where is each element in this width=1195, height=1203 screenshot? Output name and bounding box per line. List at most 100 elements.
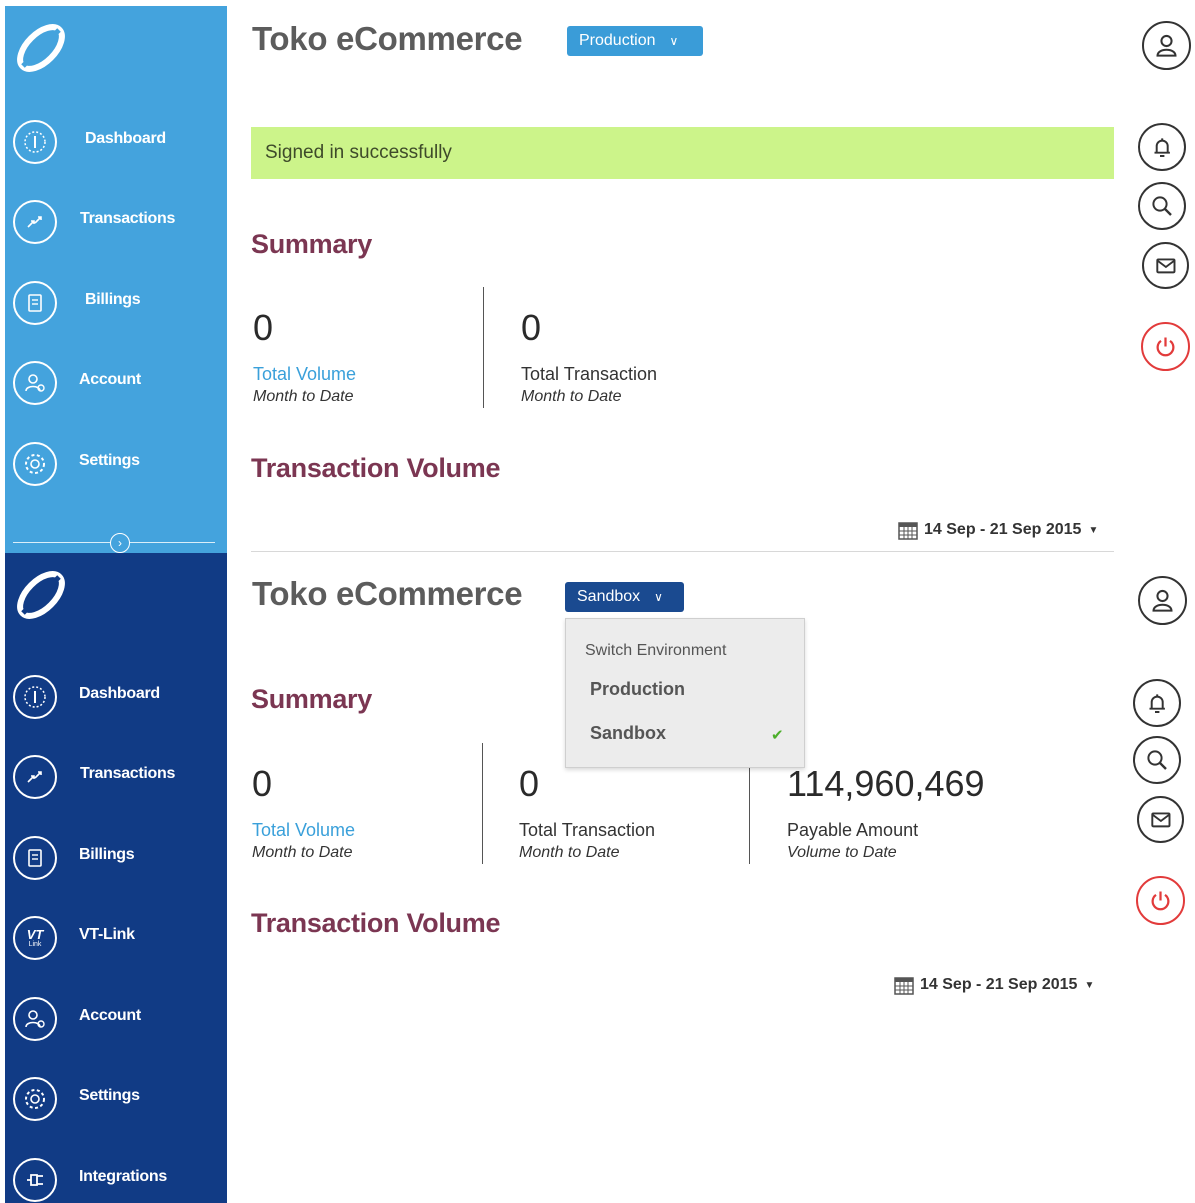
sidebar-item-label: Account [79, 371, 141, 388]
date-range-picker[interactable]: 14 Sep - 21 Sep 2015 ▼ [894, 975, 1094, 995]
menu-item-label: Production [590, 679, 685, 699]
calendar-icon [898, 522, 918, 540]
stat-divider [482, 743, 483, 864]
environment-label: Sandbox [577, 588, 641, 605]
calendar-icon [894, 977, 914, 995]
stat-value: 114,960,469 [787, 763, 985, 804]
search-button[interactable] [1138, 182, 1186, 230]
sidebar-item-integrations[interactable]: Integrations [5, 1151, 227, 1203]
invoice-icon [13, 281, 57, 325]
stat-value: 0 [253, 307, 274, 348]
search-button[interactable] [1133, 736, 1181, 784]
summary-heading: Summary [251, 229, 372, 259]
stat-subtitle: Month to Date [253, 388, 354, 405]
messages-button[interactable] [1142, 242, 1189, 289]
vt-icon-top: VT [26, 927, 44, 942]
sidebar-item-vt-link[interactable]: VT Link VT-Link [5, 909, 227, 969]
date-range-picker[interactable]: 14 Sep - 21 Sep 2015 ▼ [898, 520, 1098, 540]
chevron-down-icon: ∨ [669, 34, 679, 48]
stat-label: Payable Amount [787, 820, 919, 840]
menu-item-sandbox[interactable]: Sandbox ✔ [566, 714, 804, 754]
search-icon [1147, 750, 1167, 770]
sidebar-item-account[interactable]: Account [5, 354, 227, 414]
sandbox-dashboard-panel: Dashboard Transactions Billings VT Link … [0, 553, 1195, 1203]
logout-button[interactable] [1141, 322, 1190, 371]
sidebar-item-billings[interactable]: Billings [5, 829, 227, 889]
profile-button[interactable] [1138, 576, 1187, 625]
production-dashboard-panel: Dashboard Transactions Billings Account … [0, 0, 1195, 553]
environment-dropdown-menu: Switch Environment Production Sandbox ✔ [565, 618, 805, 768]
bell-icon [1149, 694, 1165, 713]
mail-icon [1150, 812, 1171, 827]
user-gear-icon [13, 997, 57, 1041]
user-icon [1152, 589, 1173, 612]
chevron-right-icon[interactable]: › [110, 533, 130, 553]
sidebar: Dashboard Transactions Billings Account … [5, 6, 227, 553]
sidebar-item-label: Account [79, 1007, 141, 1024]
power-icon [1156, 337, 1175, 357]
stat-label: Total Transaction [519, 820, 656, 840]
sidebar-item-transactions[interactable]: Transactions [5, 748, 227, 808]
gear-icon [13, 1077, 57, 1121]
date-range-label: 14 Sep - 21 Sep 2015 [924, 521, 1082, 538]
stat-subtitle: Month to Date [252, 844, 353, 861]
stat-label: Total Transaction [521, 364, 658, 384]
messages-button[interactable] [1137, 796, 1184, 843]
sidebar-item-account[interactable]: Account [5, 990, 227, 1050]
panel-divider [251, 551, 1114, 552]
menu-item-label: Sandbox [590, 723, 667, 743]
dropdown-header: Switch Environment [585, 642, 727, 659]
stat-subtitle: Month to Date [519, 844, 620, 861]
profile-button[interactable] [1142, 21, 1191, 70]
sidebar-item-label: Billings [79, 846, 135, 863]
power-icon [1151, 891, 1170, 911]
caret-down-icon: ▼ [1084, 979, 1095, 991]
summary-heading: Summary [251, 684, 372, 714]
logout-button[interactable] [1136, 876, 1185, 925]
gauge-icon [13, 120, 57, 164]
success-alert: Signed in successfully [251, 127, 1114, 179]
sidebar-item-label: VT-Link [79, 926, 135, 943]
sidebar: Dashboard Transactions Billings VT Link … [5, 553, 227, 1203]
sidebar-item-billings[interactable]: Billings [5, 274, 227, 334]
bell-icon [1154, 138, 1170, 157]
sidebar-item-label: Dashboard [85, 130, 166, 147]
mail-icon [1155, 258, 1176, 273]
sidebar-item-label: Transactions [80, 210, 176, 227]
sidebar-item-transactions[interactable]: Transactions [5, 193, 227, 253]
transaction-volume-heading: Transaction Volume [251, 908, 501, 938]
checkmark-icon: ✔ [771, 727, 784, 744]
notifications-button[interactable] [1133, 679, 1181, 727]
swoosh-logo-icon[interactable] [13, 20, 69, 76]
sidebar-item-label: Settings [79, 1087, 140, 1104]
page-title: Toko eCommerce [252, 20, 523, 57]
stat-value: 0 [252, 763, 273, 804]
gauge-icon [13, 675, 57, 719]
swoosh-logo-icon[interactable] [13, 567, 69, 623]
notifications-button[interactable] [1138, 123, 1186, 171]
sidebar-divider: › [13, 533, 215, 553]
environment-select-button[interactable]: Production ∨ [567, 26, 703, 56]
sidebar-item-dashboard[interactable]: Dashboard [5, 113, 227, 173]
sidebar-item-dashboard[interactable]: Dashboard [5, 668, 227, 728]
stat-subtitle: Month to Date [521, 388, 622, 405]
chevron-down-icon: ∨ [654, 590, 663, 604]
menu-item-production[interactable]: Production [566, 670, 804, 710]
arrows-icon [13, 200, 57, 244]
sidebar-item-label: Dashboard [79, 685, 160, 702]
stat-divider [483, 287, 484, 408]
caret-down-icon: ▼ [1088, 524, 1099, 536]
gear-icon [13, 442, 57, 486]
sidebar-item-settings[interactable]: Settings [5, 435, 227, 495]
user-gear-icon [13, 361, 57, 405]
sidebar-item-settings[interactable]: Settings [5, 1070, 227, 1130]
sidebar-item-label: Integrations [79, 1168, 167, 1185]
total-volume-link[interactable]: Total Volume [252, 820, 355, 841]
environment-select-button[interactable]: Sandbox ∨ [565, 582, 684, 612]
stat-subtitle: Volume to Date [787, 844, 897, 861]
arrows-icon [13, 755, 57, 799]
search-icon [1152, 196, 1172, 216]
environment-label: Production [579, 32, 656, 49]
total-volume-link[interactable]: Total Volume [253, 364, 356, 385]
vt-icon-bottom: Link [28, 941, 42, 948]
